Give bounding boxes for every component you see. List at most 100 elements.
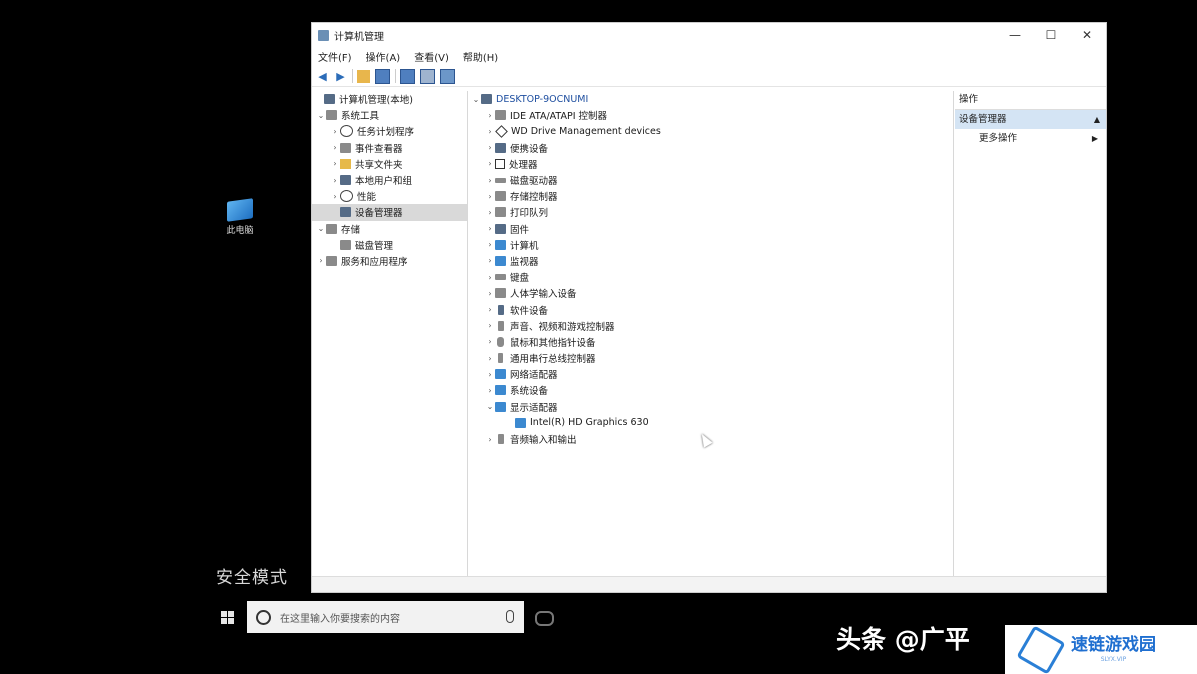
device-intel-hd-graphics[interactable]: Intel(R) HD Graphics 630 [469, 415, 953, 431]
device-category[interactable]: › 通用串行总线控制器 [469, 350, 953, 366]
device-label: IDE ATA/ATAPI 控制器 [510, 111, 608, 123]
device-category[interactable]: › 监视器 [469, 253, 953, 269]
device-category[interactable]: › IDE ATA/ATAPI 控制器 [469, 107, 953, 123]
chevron-right-icon[interactable]: › [485, 127, 495, 136]
status-bar [312, 576, 1106, 592]
chevron-right-icon[interactable]: › [485, 370, 495, 379]
tree-item-disk-management[interactable]: 磁盘管理 [312, 237, 467, 253]
chevron-right-icon[interactable]: › [485, 159, 495, 168]
up-folder-icon[interactable] [357, 69, 370, 83]
chevron-right-icon[interactable]: › [485, 435, 495, 444]
device-category[interactable]: › 磁盘驱动器 [469, 172, 953, 188]
chevron-right-icon[interactable]: › [485, 192, 495, 201]
chevron-right-icon[interactable]: › [485, 224, 495, 233]
chevron-right-icon[interactable]: › [485, 354, 495, 363]
menu-file[interactable]: 文件(F) [318, 49, 352, 64]
task-view-icon[interactable] [535, 611, 554, 626]
chevron-right-icon[interactable]: › [485, 143, 495, 152]
tree-item-task-scheduler[interactable]: › 任务计划程序 [312, 123, 467, 139]
site-watermark-badge: 速链游戏园 SLYX.VIP [1005, 624, 1197, 674]
device-category[interactable]: › 声音、视频和游戏控制器 [469, 318, 953, 334]
device-label: 便携设备 [510, 143, 549, 155]
device-category[interactable]: › 处理器 [469, 156, 953, 172]
menu-action[interactable]: 操作(A) [366, 49, 401, 64]
menu-help[interactable]: 帮助(H) [463, 49, 498, 64]
chevron-down-icon[interactable]: ⌄ [471, 95, 481, 104]
software-device-icon [498, 304, 504, 315]
tree-item-storage[interactable]: ⌄ 存储 [312, 221, 467, 237]
device-category[interactable]: › 网络适配器 [469, 366, 953, 382]
chevron-right-icon[interactable]: › [330, 143, 340, 152]
minimize-button[interactable]: — [1000, 26, 1030, 44]
device-label: 软件设备 [510, 305, 549, 317]
chevron-right-icon[interactable]: › [330, 127, 340, 136]
tree-item-label: 计算机管理(本地) [339, 95, 413, 107]
chevron-right-icon[interactable]: › [485, 337, 495, 346]
tree-item-device-manager[interactable]: 设备管理器 [312, 204, 467, 221]
this-pc-desktop-icon[interactable]: 此电脑 [220, 198, 260, 236]
ide-controller-icon [495, 110, 506, 121]
device-category[interactable]: › 便携设备 [469, 140, 953, 156]
title-bar[interactable]: 计算机管理 — ☐ ✕ [312, 23, 1106, 47]
chevron-right-icon[interactable]: › [316, 256, 326, 265]
keyboard-icon [495, 274, 506, 281]
actions-section-device-manager[interactable]: 设备管理器 ▲ [955, 110, 1106, 129]
chevron-right-icon[interactable]: › [485, 305, 495, 314]
device-root[interactable]: ⌄ DESKTOP-9OCNUMI [469, 91, 953, 107]
tree-item-event-viewer[interactable]: › 事件查看器 [312, 140, 467, 156]
chevron-right-icon[interactable]: › [485, 208, 495, 217]
usb-icon [498, 353, 503, 364]
chevron-right-icon[interactable]: › [330, 192, 340, 201]
tree-item-performance[interactable]: › 性能 [312, 188, 467, 204]
show-hide-tree-icon[interactable] [375, 68, 390, 84]
chevron-down-icon[interactable]: ⌄ [316, 224, 326, 233]
tree-item-shared-folders[interactable]: › 共享文件夹 [312, 156, 467, 172]
start-button[interactable] [221, 611, 234, 624]
device-category[interactable]: › 固件 [469, 221, 953, 237]
monitor-scan-icon[interactable] [440, 68, 455, 84]
chevron-right-icon[interactable]: › [485, 273, 495, 282]
more-actions-item[interactable]: 更多操作 ▶ [955, 129, 1106, 148]
device-category[interactable]: › 人体学输入设备 [469, 285, 953, 301]
chevron-right-icon[interactable]: › [330, 176, 340, 185]
chevron-right-icon[interactable]: › [485, 240, 495, 249]
forward-arrow-icon[interactable]: ▶ [334, 70, 347, 83]
tree-item-computer-management[interactable]: 计算机管理(本地) [312, 91, 467, 107]
chevron-down-icon[interactable]: ⌄ [316, 111, 326, 120]
device-label: 处理器 [509, 159, 538, 171]
device-category-display-adapters[interactable]: ⌄ 显示适配器 [469, 399, 953, 415]
device-category[interactable]: › 计算机 [469, 237, 953, 253]
device-category[interactable]: › 存储控制器 [469, 188, 953, 204]
device-category[interactable]: › 鼠标和其他指针设备 [469, 334, 953, 350]
disk-management-icon [340, 239, 351, 250]
device-category[interactable]: › 软件设备 [469, 301, 953, 317]
device-category[interactable]: › 键盘 [469, 269, 953, 285]
device-category[interactable]: › 打印队列 [469, 204, 953, 220]
tree-item-services-apps[interactable]: › 服务和应用程序 [312, 253, 467, 269]
chevron-down-icon[interactable]: ⌄ [485, 402, 495, 411]
disk-drive-icon [495, 177, 506, 183]
device-label: 系统设备 [510, 386, 549, 398]
tree-item-system-tools[interactable]: ⌄ 系统工具 [312, 107, 467, 123]
microphone-icon[interactable] [506, 610, 514, 623]
mouse-icon [497, 336, 504, 347]
help-icon[interactable] [400, 68, 415, 84]
menu-view[interactable]: 查看(V) [414, 49, 449, 64]
toolbar-separator [395, 69, 396, 83]
chevron-right-icon[interactable]: › [485, 256, 495, 265]
collapse-up-icon[interactable]: ▲ [1094, 110, 1100, 129]
close-button[interactable]: ✕ [1072, 26, 1102, 44]
device-category[interactable]: › WD Drive Management devices [469, 123, 953, 139]
chevron-right-icon[interactable]: › [485, 321, 495, 330]
chevron-right-icon[interactable]: › [330, 159, 340, 168]
chevron-right-icon[interactable]: › [485, 386, 495, 395]
tree-item-local-users[interactable]: › 本地用户和组 [312, 172, 467, 188]
maximize-button[interactable]: ☐ [1036, 26, 1066, 44]
taskbar-search-box[interactable]: 在这里输入你要搜索的内容 [247, 601, 524, 633]
device-category[interactable]: › 系统设备 [469, 382, 953, 398]
chevron-right-icon[interactable]: › [485, 111, 495, 120]
chevron-right-icon[interactable]: › [485, 176, 495, 185]
properties-icon[interactable] [420, 68, 435, 84]
chevron-right-icon[interactable]: › [485, 289, 495, 298]
back-arrow-icon[interactable]: ◀ [316, 70, 329, 83]
